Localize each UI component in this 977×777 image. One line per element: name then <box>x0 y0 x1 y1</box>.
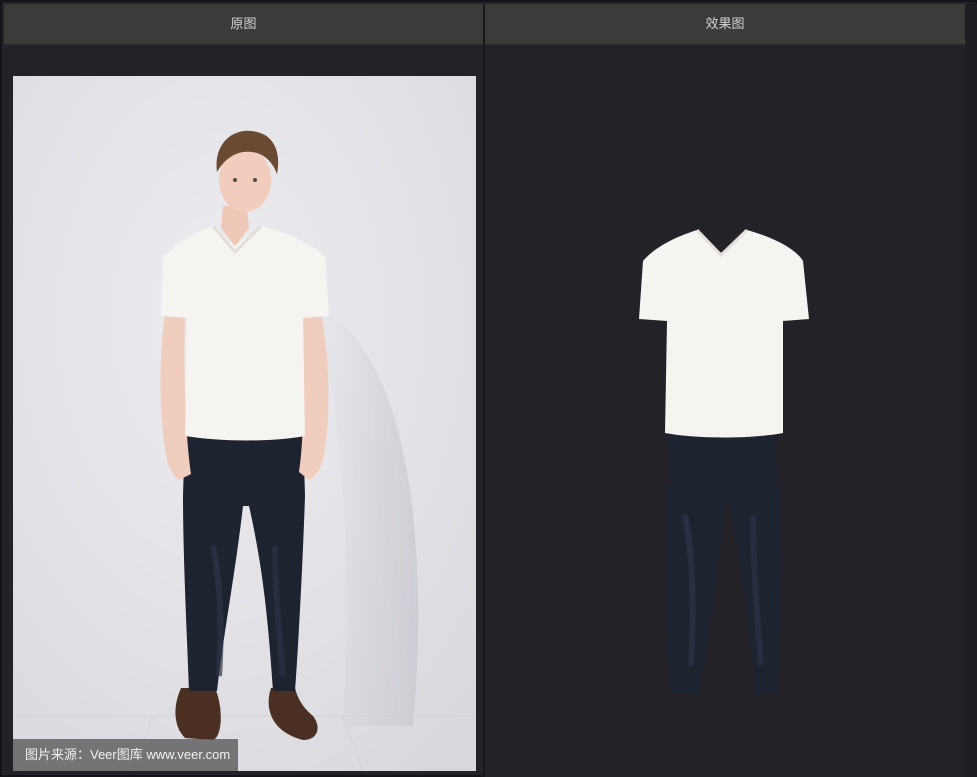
image-source-caption: 图片来源：Veer图库 www.veer.com <box>13 739 239 771</box>
original-panel-title: 原图 <box>4 4 483 45</box>
right-edge <box>965 4 977 777</box>
result-panel: 效果图 <box>485 4 965 777</box>
result-image <box>485 45 965 777</box>
original-panel: 原图 图片来源：Veer图库 www.veer.com <box>4 4 483 773</box>
original-photo <box>13 76 476 771</box>
left-shoe <box>175 688 221 740</box>
comparison-frame: 原图 图片来源：Veer图库 www.veer.com 效果图 <box>0 0 977 777</box>
result-panel-title: 效果图 <box>485 4 965 45</box>
